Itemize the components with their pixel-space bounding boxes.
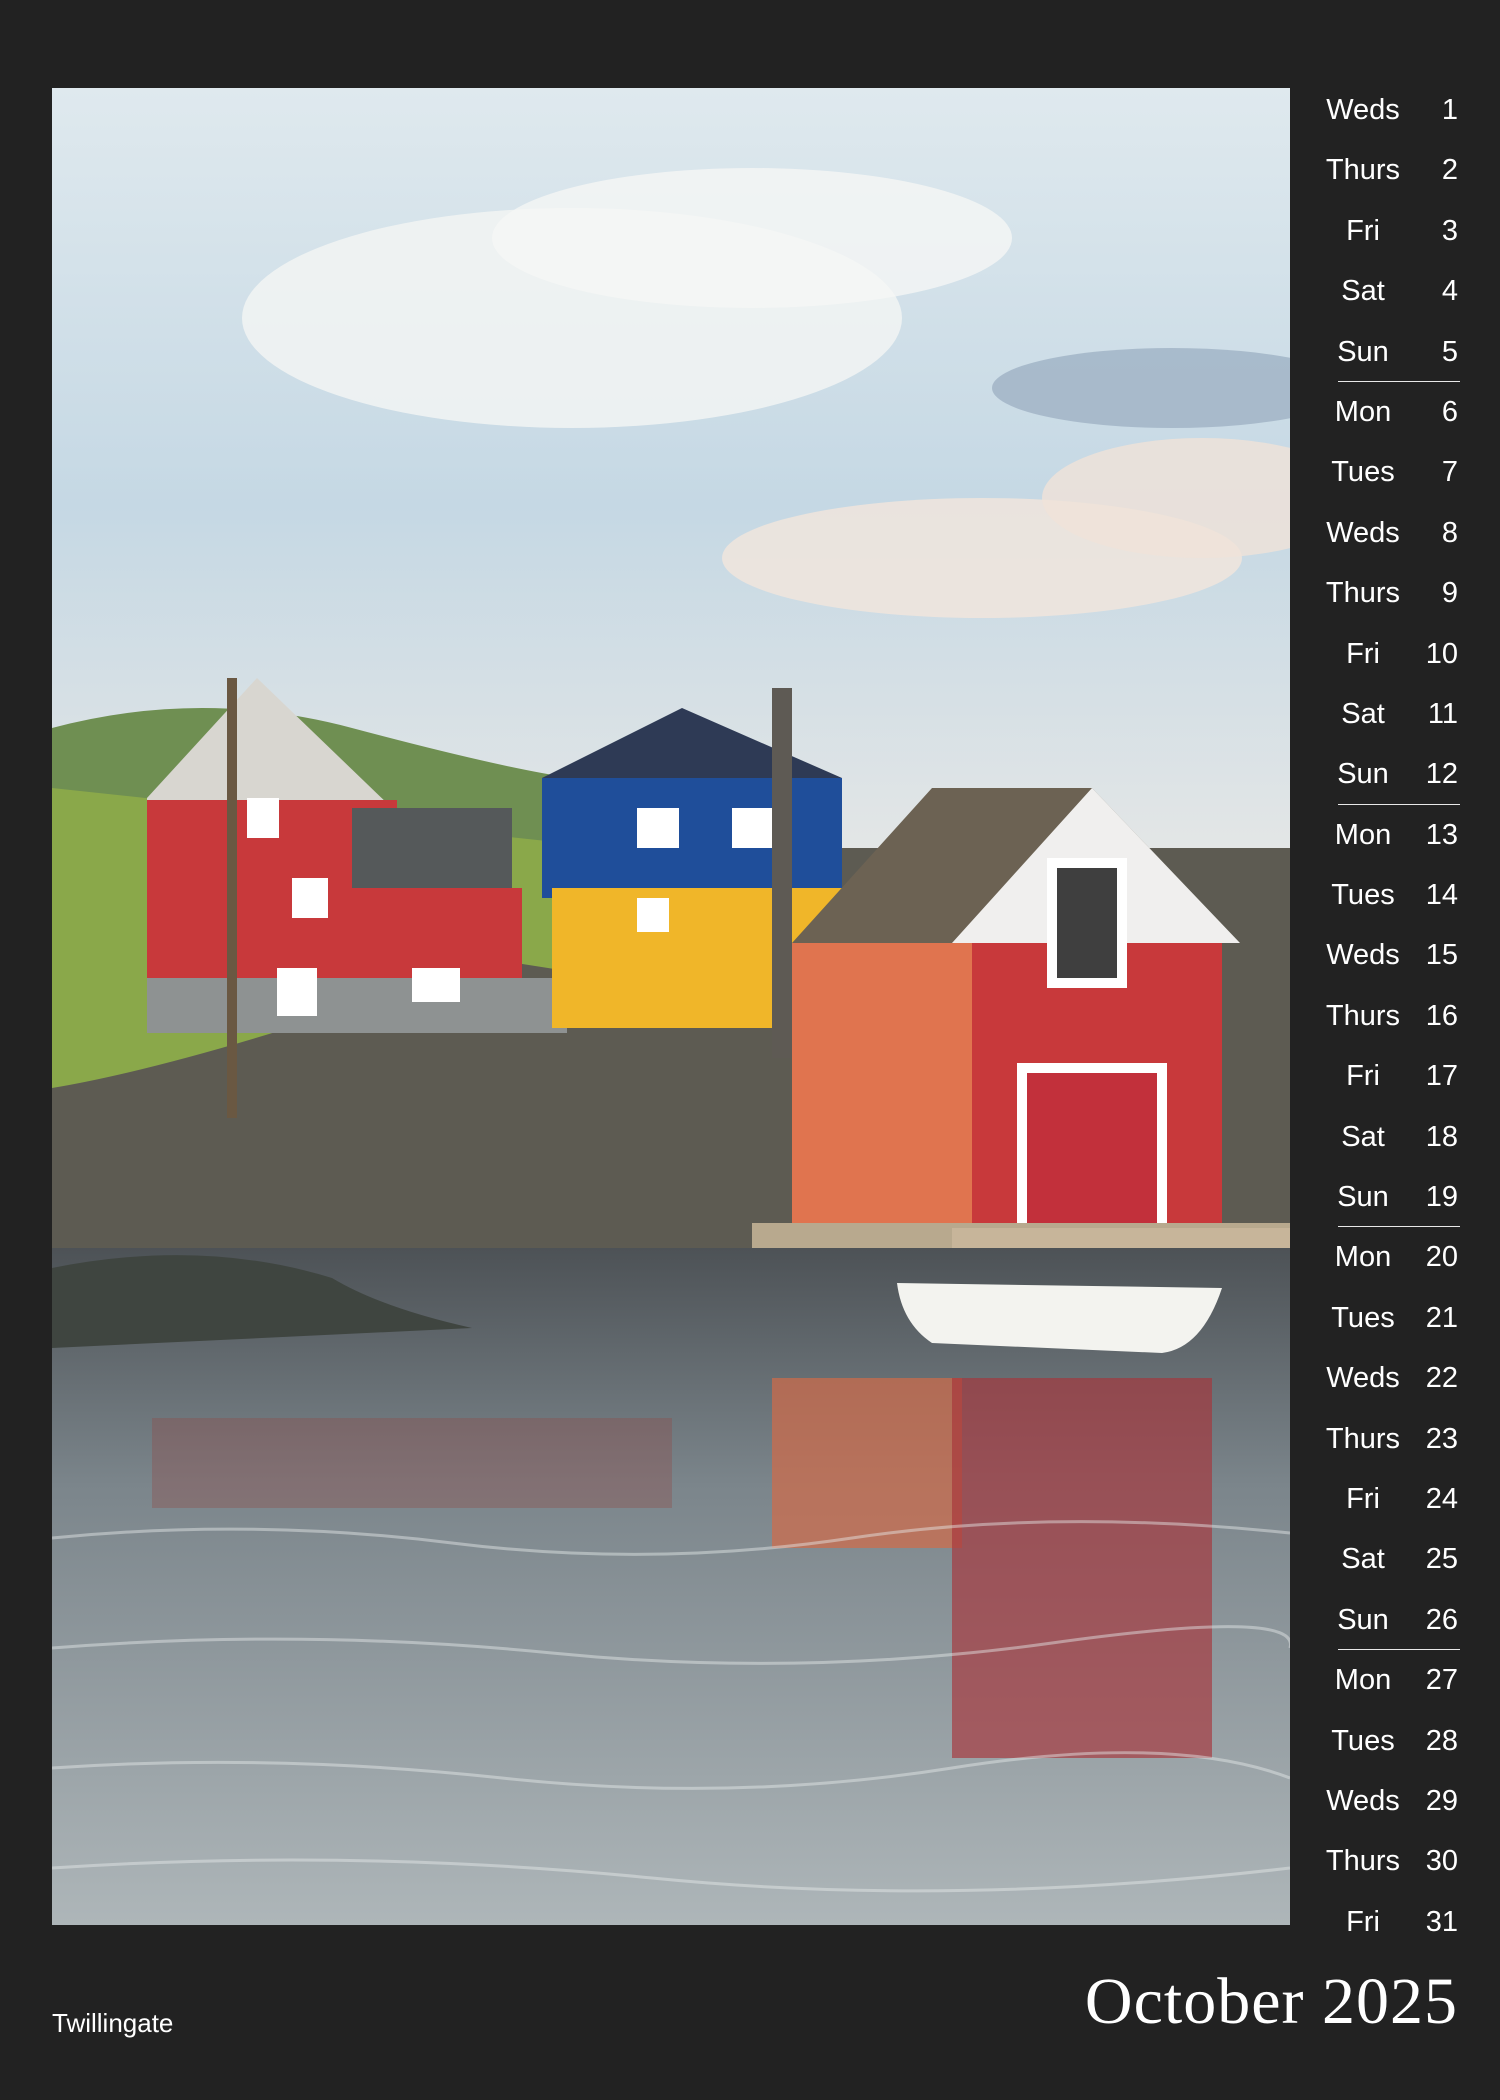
day-row: Mon 13 [1300,805,1460,865]
day-number: 26 [1425,1603,1458,1636]
day-row: Thurs 2 [1300,140,1460,200]
day-number: 2 [1441,154,1458,187]
day-number: 23 [1425,1422,1458,1455]
day-row: Weds 29 [1300,1771,1460,1831]
day-number: 19 [1425,1181,1458,1214]
day-row: Sun 12 [1300,744,1460,805]
day-row: Sun 19 [1300,1167,1460,1228]
day-row: Weds 1 [1300,80,1460,140]
day-row: Mon 20 [1300,1227,1460,1287]
day-number: 9 [1441,577,1458,610]
day-list: Weds 1 Thurs 2 Fri 3 Sat 4 Sun 5 Mon 6 Tues 7 Weds 8 Thu… [1300,80,1460,1952]
day-number: 29 [1425,1784,1458,1817]
day-number: 14 [1425,879,1458,912]
day-number: 5 [1441,335,1458,368]
day-number: 30 [1425,1845,1458,1878]
month-title: October 2025 [1084,1965,1458,2038]
day-row: Sat 25 [1300,1529,1460,1589]
day-row: Tues 14 [1300,865,1460,925]
day-row: Weds 15 [1300,925,1460,985]
day-row: Fri 10 [1300,624,1460,684]
day-number: 21 [1425,1301,1458,1334]
day-row: Sat 11 [1300,684,1460,744]
day-number: 27 [1425,1664,1458,1697]
day-row: Thurs 16 [1300,986,1460,1046]
day-number: 25 [1425,1543,1458,1576]
day-number: 24 [1425,1482,1458,1515]
day-number: 28 [1425,1724,1458,1757]
day-row: Mon 6 [1300,382,1460,442]
day-number: 17 [1425,1060,1458,1093]
day-number: 10 [1425,637,1458,670]
day-row: Tues 28 [1300,1711,1460,1771]
day-number: 7 [1441,456,1458,489]
day-number: 22 [1425,1362,1458,1395]
day-number: 1 [1441,94,1458,126]
day-row: Mon 27 [1300,1650,1460,1710]
day-number: 11 [1427,697,1458,730]
day-row: Fri 17 [1300,1046,1460,1106]
day-row: Weds 22 [1300,1348,1460,1408]
day-number: 4 [1441,275,1458,308]
day-row: Weds 8 [1300,503,1460,563]
day-row: Sat 4 [1300,261,1460,321]
day-row: Fri 24 [1300,1469,1460,1529]
day-row: Tues 21 [1300,1288,1460,1348]
day-number: 3 [1441,214,1458,247]
day-number: 31 [1425,1905,1458,1938]
photo-caption: Twillingate [52,2008,174,2038]
day-row: Fri 3 [1300,201,1460,261]
day-row: Tues 7 [1300,442,1460,502]
day-row: Sun 5 [1300,322,1460,382]
day-number: 12 [1425,758,1458,791]
day-row: Sun 26 [1300,1590,1460,1651]
day-number: 20 [1425,1241,1458,1274]
day-number: 8 [1441,516,1458,549]
day-row: Thurs 9 [1300,563,1460,623]
day-row: Thurs 30 [1300,1831,1460,1891]
day-number: 6 [1441,395,1458,428]
day-number: 16 [1425,999,1458,1032]
calendar-photo [52,88,1290,1925]
day-number: 13 [1425,818,1458,851]
day-number: 18 [1425,1120,1458,1153]
day-row: Sat 18 [1300,1107,1460,1167]
day-row: Thurs 23 [1300,1409,1460,1469]
day-row: Fri 31 [1300,1892,1460,1952]
day-number: 15 [1425,939,1458,972]
